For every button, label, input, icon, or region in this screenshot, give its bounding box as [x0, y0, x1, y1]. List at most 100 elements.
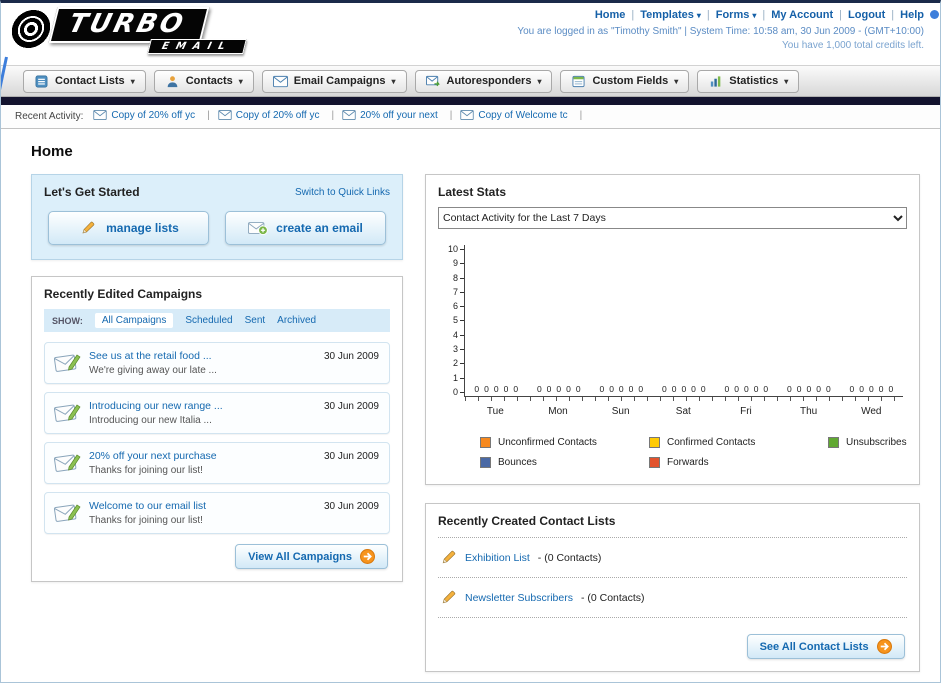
top-link-my-account[interactable]: My Account: [771, 9, 833, 21]
nav-tab-label: Contacts: [185, 75, 233, 87]
contact-list-items: Exhibition List - (0 Contacts) Newslette…: [438, 538, 907, 618]
top-link-logout[interactable]: Logout: [848, 9, 885, 21]
chart-value-label: 0: [513, 384, 519, 394]
recent-activity-link[interactable]: 20% off your next: [360, 110, 438, 121]
campaign-filter[interactable]: Archived: [277, 315, 316, 326]
legend-item: Unsubscribes: [828, 437, 907, 448]
recent-activity-link[interactable]: Copy of 20% off yc: [236, 110, 320, 121]
chart-value-label: 0: [849, 384, 855, 394]
campaign-title-link[interactable]: Welcome to our email list: [89, 500, 319, 512]
nav-tab-label: Email Campaigns: [293, 75, 386, 87]
nav-tab-email-campaigns[interactable]: Email Campaigns ▾: [261, 69, 407, 93]
recent-activity-link[interactable]: Copy of 20% off yc: [111, 110, 195, 121]
envelope-icon: [93, 110, 108, 121]
campaign-row[interactable]: Welcome to our email list Thanks for joi…: [44, 492, 390, 534]
chart-value-label: 0: [484, 384, 489, 394]
logo-secondary-text: EMAIL: [147, 39, 247, 54]
create-email-button[interactable]: create an email: [225, 211, 386, 245]
envelope-pencil-icon: [53, 401, 81, 423]
chart-value-label: 0: [734, 384, 739, 394]
campaign-row[interactable]: See us at the retail food ... We're givi…: [44, 342, 390, 384]
chart-day-label: Wed: [861, 406, 882, 417]
campaign-title-link[interactable]: Introducing our new range ...: [89, 400, 319, 412]
legend-label: Bounces: [498, 457, 537, 468]
contact-list-item: Newsletter Subscribers - (0 Contacts): [438, 578, 907, 618]
chart-value-label: 0: [787, 384, 792, 394]
campaign-row[interactable]: 20% off your next purchase Thanks for jo…: [44, 442, 390, 484]
chart-value-label: 0: [546, 384, 552, 394]
chart-y-tick-label: 9: [453, 259, 464, 268]
campaign-row[interactable]: Introducing our new range ... Introducin…: [44, 392, 390, 434]
logo-swirl-icon: [8, 9, 54, 49]
campaign-subtitle: Introducing our new Italia ...: [89, 415, 212, 426]
corner-dot-decoration: [930, 10, 939, 19]
chart-day-values: 00000: [465, 384, 528, 394]
contact-list-count: - (0 Contacts): [580, 591, 645, 604]
statistics-icon: [708, 75, 723, 88]
manage-lists-button[interactable]: manage lists: [48, 211, 209, 245]
chart-value-label: 0: [816, 384, 821, 394]
chart-y-tick-label: 0: [453, 387, 464, 397]
chart-value-label: 0: [566, 384, 571, 394]
dropdown-caret-icon: ▾: [784, 76, 789, 86]
legend-label: Confirmed Contacts: [667, 437, 756, 448]
campaign-title-link[interactable]: See us at the retail food ...: [89, 350, 319, 362]
chart-value-label: 0: [599, 384, 605, 394]
dropdown-caret-icon: ▾: [238, 76, 243, 86]
show-label: SHOW:: [52, 315, 83, 326]
chart-value-label: 0: [503, 384, 509, 394]
chart-day-label: Tue: [486, 406, 504, 417]
chart-value-label: 0: [536, 384, 542, 394]
latest-stats-panel: Latest Stats Contact Activity for the La…: [425, 174, 920, 485]
chart-y-tick-label: 2: [453, 359, 464, 368]
legend-item: Forwards: [649, 457, 824, 468]
top-link-templates[interactable]: Templates: [640, 9, 694, 21]
campaign-list: See us at the retail food ... We're givi…: [44, 342, 390, 534]
chart-value-label: 0: [609, 384, 614, 394]
dropdown-caret-icon: ▾: [752, 10, 757, 20]
contact-list-link[interactable]: Newsletter Subscribers: [465, 592, 573, 604]
envelope-plus-icon: [248, 220, 268, 236]
nav-tab-custom-fields[interactable]: Custom Fields ▾: [560, 69, 690, 93]
recent-activity-label: Recent Activity:: [15, 111, 84, 122]
app-logo: TURBO EMAIL: [8, 7, 247, 54]
arrow-circle-icon: [876, 639, 892, 654]
chart-value-label: 0: [806, 384, 812, 394]
legend-item: Confirmed Contacts: [649, 437, 824, 448]
envelope-icon: [460, 110, 475, 121]
campaign-title-link[interactable]: 20% off your next purchase: [89, 450, 319, 462]
chart-day-values: 00000: [778, 384, 841, 394]
recent-activity-link[interactable]: Copy of Welcome tc: [478, 110, 567, 121]
switch-to-quick-links-link[interactable]: Switch to Quick Links: [295, 187, 390, 198]
dropdown-caret-icon: ▾: [696, 10, 701, 20]
nav-tab-statistics[interactable]: Statistics ▾: [697, 69, 800, 93]
envelope-icon: [342, 110, 356, 121]
contact-list-link[interactable]: Exhibition List: [465, 552, 530, 564]
chart-value-label: 0: [681, 384, 687, 394]
main-nav: Contact Lists ▾ Contacts ▾ Email Campaig…: [1, 65, 940, 97]
campaign-filter[interactable]: All Campaigns: [94, 313, 174, 328]
chart-value-label: 0: [753, 384, 759, 394]
see-all-contact-lists-button[interactable]: See All Contact Lists: [746, 634, 905, 659]
nav-tab-contact-lists[interactable]: Contact Lists ▾: [23, 69, 146, 93]
view-all-campaigns-button[interactable]: View All Campaigns: [235, 544, 388, 569]
recently-edited-campaigns-panel: Recently Edited Campaigns SHOW: All Camp…: [31, 276, 403, 582]
chart-y-axis: 10 9 8 7 6 5 4 3 2 1 0: [442, 245, 464, 397]
nav-tab-contacts[interactable]: Contacts ▾: [153, 69, 254, 93]
top-link-forms[interactable]: Forms: [716, 9, 750, 21]
envelope-pencil-icon: [53, 501, 81, 523]
campaigns-title: Recently Edited Campaigns: [44, 287, 203, 301]
arrow-circle-icon: [360, 549, 375, 564]
recent-activity-item: 20% off your next: [342, 110, 460, 121]
campaign-filter[interactable]: Sent: [245, 315, 266, 326]
chart-value-label: 0: [556, 384, 562, 394]
divider-bar: [1, 97, 940, 105]
chart-day-label: Mon: [548, 406, 568, 417]
top-link-help[interactable]: Help: [900, 9, 924, 21]
chart-value-label: 0: [859, 384, 864, 394]
nav-tab-autoresponders[interactable]: Autoresponders ▾: [414, 69, 553, 93]
stats-activity-select[interactable]: Contact Activity for the Last 7 Days: [438, 207, 907, 229]
campaign-filter[interactable]: Scheduled: [185, 315, 232, 326]
top-link-home[interactable]: Home: [595, 9, 626, 21]
autoresponders-icon: [425, 75, 441, 88]
